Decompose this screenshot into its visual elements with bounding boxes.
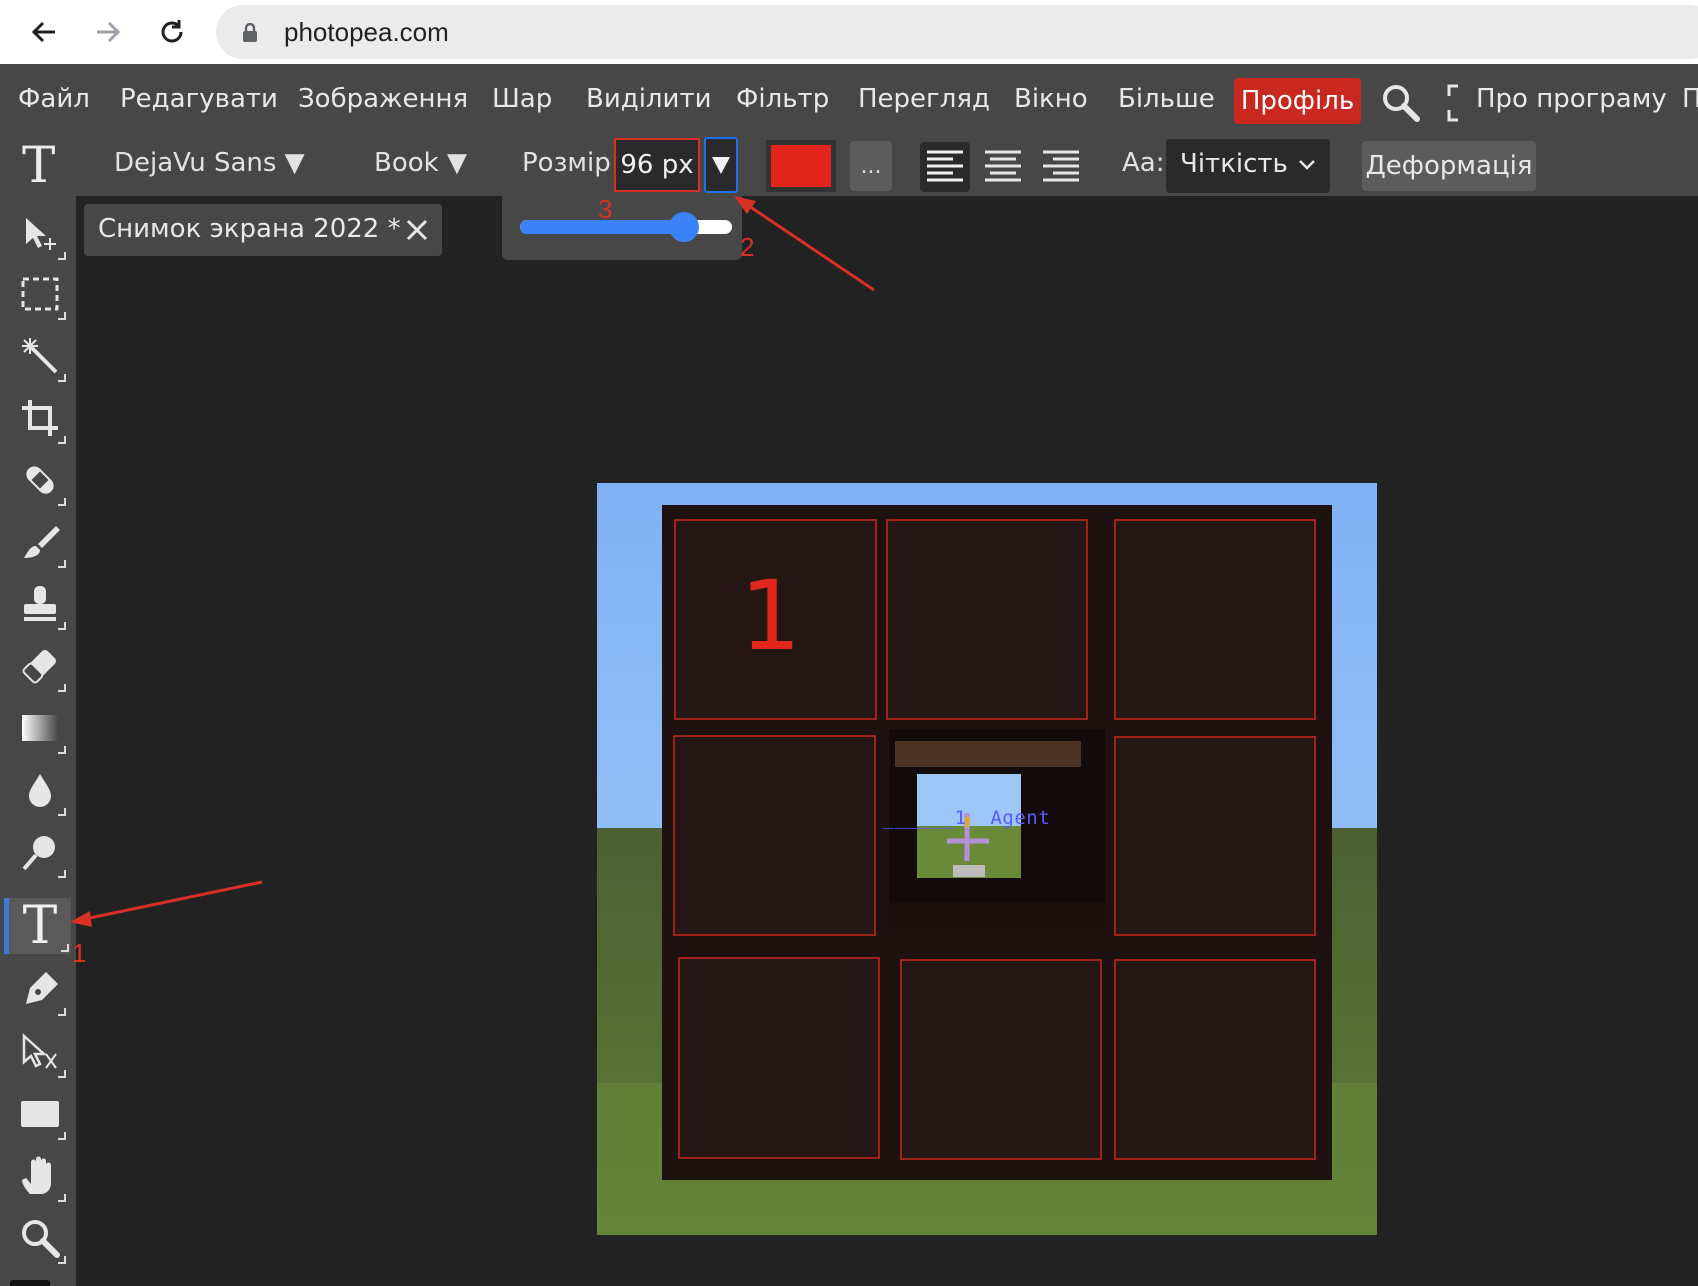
brush-icon <box>24 526 60 558</box>
font-style-select[interactable]: Book ▼ <box>374 148 467 178</box>
canvas-image[interactable]: 1 ______1 Agent <box>597 483 1377 1235</box>
font-style-value: Book <box>374 148 439 178</box>
menu-more[interactable]: Більше <box>1118 84 1215 114</box>
url-text: photopea.com <box>284 17 449 47</box>
text-color-fill <box>771 145 831 187</box>
eraser-tool[interactable] <box>12 638 68 694</box>
stamp-tool[interactable] <box>12 576 68 632</box>
text-tool-icon: T <box>22 136 56 194</box>
move-tool[interactable] <box>12 206 68 262</box>
crop-tool[interactable] <box>12 390 68 446</box>
menu-view[interactable]: Перегляд <box>858 84 990 114</box>
pen-icon <box>26 972 58 1004</box>
path-select-tool[interactable] <box>12 1024 68 1080</box>
bandage-icon <box>26 466 54 494</box>
canvas-number-text: 1 <box>740 560 802 672</box>
gradient-icon <box>22 715 58 741</box>
reload-icon[interactable] <box>154 14 190 50</box>
menu-cut-item[interactable]: П <box>1682 84 1698 114</box>
move-icon <box>26 218 56 250</box>
search-icon[interactable] <box>1380 82 1422 128</box>
magnifier-icon <box>22 1220 60 1258</box>
eraser-icon <box>22 649 57 684</box>
antialias-value: Чіткість <box>1180 149 1288 179</box>
font-family-select[interactable]: DejaVu Sans ▼ <box>114 148 305 178</box>
size-slider-knob[interactable] <box>669 212 700 242</box>
agent-nametag: ______1 Agent <box>883 807 1051 829</box>
menu-layer[interactable]: Шар <box>492 84 552 114</box>
align-center-button[interactable] <box>978 142 1028 192</box>
annotation-two: 2 <box>740 232 755 262</box>
chevron-down-icon <box>712 157 730 174</box>
hand-tool[interactable] <box>12 1148 68 1204</box>
fullscreen-icon[interactable] <box>1446 84 1462 126</box>
lock-icon <box>241 22 259 47</box>
gradient-tool[interactable] <box>12 700 68 756</box>
crop-icon <box>22 400 58 436</box>
menu-select[interactable]: Виділити <box>586 84 712 114</box>
rectangle-select-icon <box>21 277 59 311</box>
annotation-three: 3 <box>598 194 613 224</box>
blur-tool[interactable] <box>12 762 68 818</box>
forward-icon[interactable] <box>90 14 126 50</box>
color-picker-stub[interactable] <box>10 1280 50 1286</box>
address-bar[interactable]: photopea.com <box>216 5 1698 59</box>
chevron-down-icon <box>1299 160 1315 170</box>
drop-icon <box>29 774 51 807</box>
size-slider-popup <box>502 196 742 260</box>
chevron-down-icon: ▼ <box>446 148 467 178</box>
magic-wand-tool[interactable] <box>12 328 68 384</box>
menu-about[interactable]: Про програму <box>1476 84 1667 114</box>
font-family-value: DejaVu Sans <box>114 148 277 178</box>
brush-tool[interactable] <box>12 514 68 570</box>
marquee-tool[interactable] <box>12 266 68 322</box>
dodge-icon <box>22 836 55 871</box>
profile-button[interactable]: Профіль <box>1234 78 1361 124</box>
align-right-button[interactable] <box>1036 142 1086 192</box>
menu-edit[interactable]: Редагувати <box>120 84 278 114</box>
shape-tool[interactable] <box>12 1086 68 1142</box>
antialias-select[interactable]: Чіткість <box>1166 139 1330 193</box>
document-tab[interactable]: Снимок экрана 2022 * <box>84 204 442 256</box>
text-tool[interactable]: T <box>9 898 71 954</box>
text-tool-icon: T <box>22 896 58 956</box>
align-center-icon <box>985 150 1021 182</box>
healing-tool[interactable] <box>12 452 68 508</box>
antialias-label: Aa: <box>1122 148 1165 178</box>
hand-icon <box>22 1156 51 1194</box>
back-icon[interactable] <box>26 14 62 50</box>
magic-wand-icon <box>22 338 58 374</box>
rectangle-icon <box>21 1101 59 1127</box>
font-size-input[interactable]: 96 px <box>614 138 700 192</box>
align-right-icon <box>1043 150 1079 182</box>
more-options-button[interactable]: ... <box>850 141 892 191</box>
stamp-icon <box>24 586 56 621</box>
zoom-tool[interactable] <box>12 1210 68 1266</box>
chevron-down-icon: ▼ <box>284 148 305 178</box>
minecraft-scene-image <box>597 483 1377 1235</box>
menu-file[interactable]: Файл <box>18 84 90 114</box>
align-left-button[interactable] <box>920 142 970 192</box>
warp-button[interactable]: Деформація <box>1362 141 1536 191</box>
dodge-tool[interactable] <box>12 824 68 880</box>
pen-tool[interactable] <box>12 962 68 1018</box>
size-dropdown-button[interactable] <box>704 137 738 193</box>
annotation-one: 1 <box>72 938 87 968</box>
menu-window[interactable]: Вікно <box>1014 84 1088 114</box>
menu-filter[interactable]: Фільтр <box>736 84 829 114</box>
path-select-icon <box>22 1033 57 1069</box>
size-label: Розмір <box>522 148 611 178</box>
close-icon[interactable] <box>406 218 428 248</box>
document-tab-title: Снимок экрана 2022 * <box>98 214 401 244</box>
align-left-icon <box>927 150 963 182</box>
text-color-swatch[interactable] <box>766 140 836 192</box>
menu-image[interactable]: Зображення <box>298 84 468 114</box>
browser-toolbar: photopea.com <box>0 0 1698 64</box>
